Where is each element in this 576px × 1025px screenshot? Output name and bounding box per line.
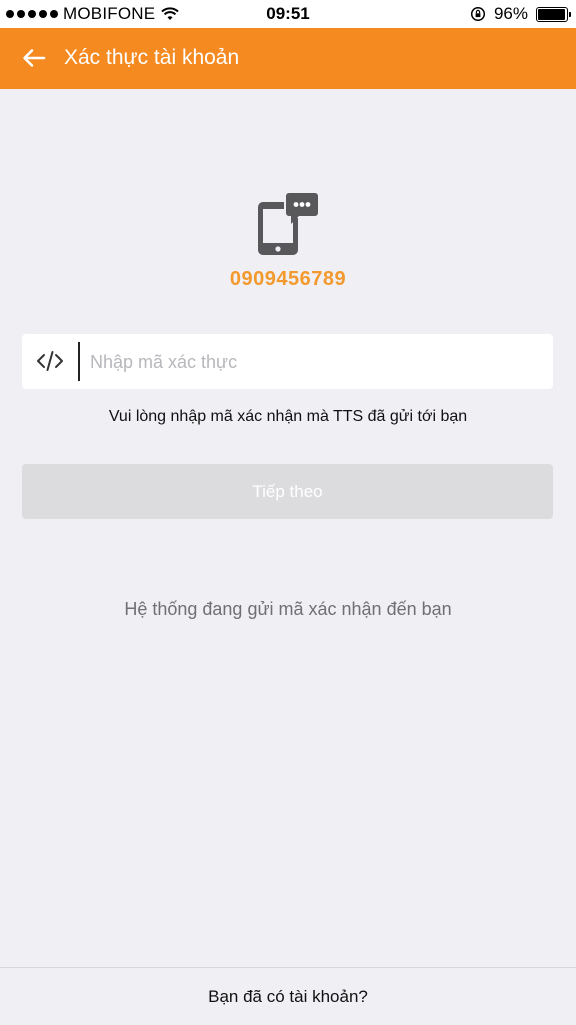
arrow-left-icon[interactable] [20,44,48,72]
status-bar: MOBIFONE 09:51 96% [0,0,576,28]
battery-icon [536,6,571,22]
status-right: 96% [470,4,571,24]
next-button[interactable]: Tiếp theo [22,464,553,519]
verification-code-field[interactable] [22,334,553,389]
instruction-text: Vui lòng nhập mã xác nhận mà TTS đã gửi … [108,408,468,425]
verification-code-input[interactable] [88,344,532,380]
input-cursor [78,342,80,381]
have-account-link[interactable]: Bạn đã có tài khoản? [0,987,576,1007]
battery-percent: 96% [493,4,528,23]
footer: Bạn đã có tài khoản? [0,967,576,1025]
rotation-lock-icon [470,6,486,22]
navigation-bar: Xác thực tài khoản [0,28,576,89]
code-icon [37,351,63,371]
phone-message-icon [258,192,320,255]
page-title: Xác thực tài khoản [64,46,240,69]
phone-number: 0909456789 [229,268,347,290]
sending-status-text: Hệ thống đang gửi mã xác nhận đến bạn [124,599,452,619]
